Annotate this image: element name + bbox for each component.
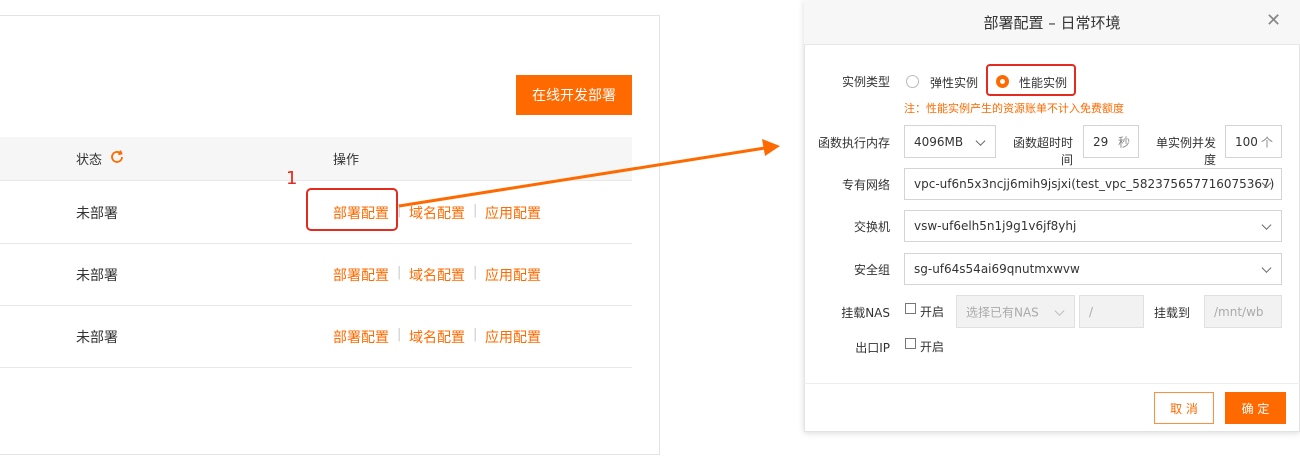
separator: | — [397, 265, 402, 280]
timeout-input[interactable]: 29 秒 — [1083, 125, 1139, 158]
highlight-box — [306, 188, 398, 231]
instance-type-label: 实例类型 — [841, 75, 890, 89]
close-icon[interactable]: ✕ — [1266, 10, 1281, 31]
radio-elastic-label: 弹性实例 — [930, 76, 979, 90]
timeout-label: 函数超时时间 — [1012, 136, 1073, 167]
dialog-title: 部署配置 – 日常环境 — [983, 14, 1121, 32]
vswitch-label: 交换机 — [853, 220, 890, 234]
separator: | — [473, 265, 478, 280]
chevron-down-icon — [975, 135, 986, 146]
refresh-icon[interactable] — [108, 148, 126, 170]
chevron-down-icon — [1054, 305, 1065, 316]
concurrency-input[interactable]: 100 个 — [1225, 125, 1282, 158]
chevron-down-icon — [1261, 263, 1272, 273]
radio-elastic[interactable] — [906, 75, 919, 88]
column-actions: 操作 — [333, 153, 360, 168]
egress-ip-checkbox[interactable] — [905, 338, 916, 349]
security-group-select[interactable]: sg-uf64s54ai69qnutmxwvw — [904, 253, 1282, 285]
vpc-label: 专有网络 — [841, 178, 890, 192]
status-cell: 未部署 — [76, 206, 118, 222]
online-deploy-button[interactable]: 在线开发部署 — [516, 75, 632, 115]
deploy-config-link[interactable]: 部署配置 — [333, 265, 389, 285]
vswitch-select[interactable]: vsw-uf6elh5n1j9g1v6jf8yhj — [904, 210, 1282, 242]
concurrency-value: 100 — [1235, 134, 1258, 149]
separator: | — [473, 327, 478, 342]
mount-path-input[interactable]: /mnt/wb — [1204, 295, 1282, 328]
nas-enable-label: 开启 — [920, 305, 945, 319]
security-group-label: 安全组 — [853, 263, 890, 277]
divider — [804, 383, 1300, 384]
domain-config-link[interactable]: 域名配置 — [409, 265, 465, 285]
column-status: 状态 — [76, 153, 103, 168]
highlight-box — [986, 64, 1076, 96]
separator: | — [397, 327, 402, 342]
confirm-button[interactable]: 确 定 — [1225, 392, 1286, 424]
chevron-down-icon — [1261, 220, 1272, 230]
deploy-config-link[interactable]: 部署配置 — [333, 327, 389, 347]
security-group-value: sg-uf64s54ai69qnutmxwvw — [914, 262, 1080, 276]
status-cell: 未部署 — [76, 268, 118, 284]
vswitch-value: vsw-uf6elh5n1j9g1v6jf8yhj — [914, 219, 1077, 233]
app-config-link[interactable]: 应用配置 — [485, 327, 541, 347]
vpc-select[interactable]: vpc-uf6n5x3ncjj6mih9jsjxi(test_vpc_58237… — [904, 168, 1282, 200]
timeout-unit: 秒 — [1117, 135, 1130, 149]
egress-ip-label: 出口IP — [855, 341, 890, 355]
memory-select[interactable]: 4096MB — [904, 125, 996, 158]
step-number: 1 — [286, 168, 298, 189]
mount-path-value: /mnt/wb — [1214, 304, 1264, 319]
mount-label: 挂载到 — [1153, 306, 1190, 320]
memory-value: 4096MB — [914, 134, 964, 149]
vpc-value: vpc-uf6n5x3ncjj6mih9jsjxi(test_vpc_58237… — [914, 177, 1275, 191]
cancel-button[interactable]: 取 消 — [1154, 392, 1214, 424]
nas-path-input[interactable]: / — [1079, 295, 1144, 328]
nas-select-placeholder: 选择已有NAS — [966, 305, 1039, 319]
domain-config-link[interactable]: 域名配置 — [409, 327, 465, 347]
arrow-icon — [398, 139, 780, 208]
status-cell: 未部署 — [76, 330, 118, 346]
nas-select[interactable]: 选择已有NAS — [956, 295, 1075, 328]
memory-label: 函数执行内存 — [817, 136, 890, 150]
concurrency-unit: 个 — [1260, 135, 1273, 149]
concurrency-label: 单实例并发度 — [1155, 136, 1216, 167]
nas-checkbox[interactable] — [905, 303, 916, 314]
nas-path-value: / — [1089, 304, 1094, 319]
nas-label: 挂载NAS — [841, 306, 890, 320]
app-config-link[interactable]: 应用配置 — [485, 265, 541, 285]
instance-note: 注：性能实例产生的资源账单不计入免费额度 — [904, 102, 1124, 115]
timeout-value: 29 — [1093, 134, 1109, 149]
egress-ip-enable-label: 开启 — [920, 340, 945, 354]
